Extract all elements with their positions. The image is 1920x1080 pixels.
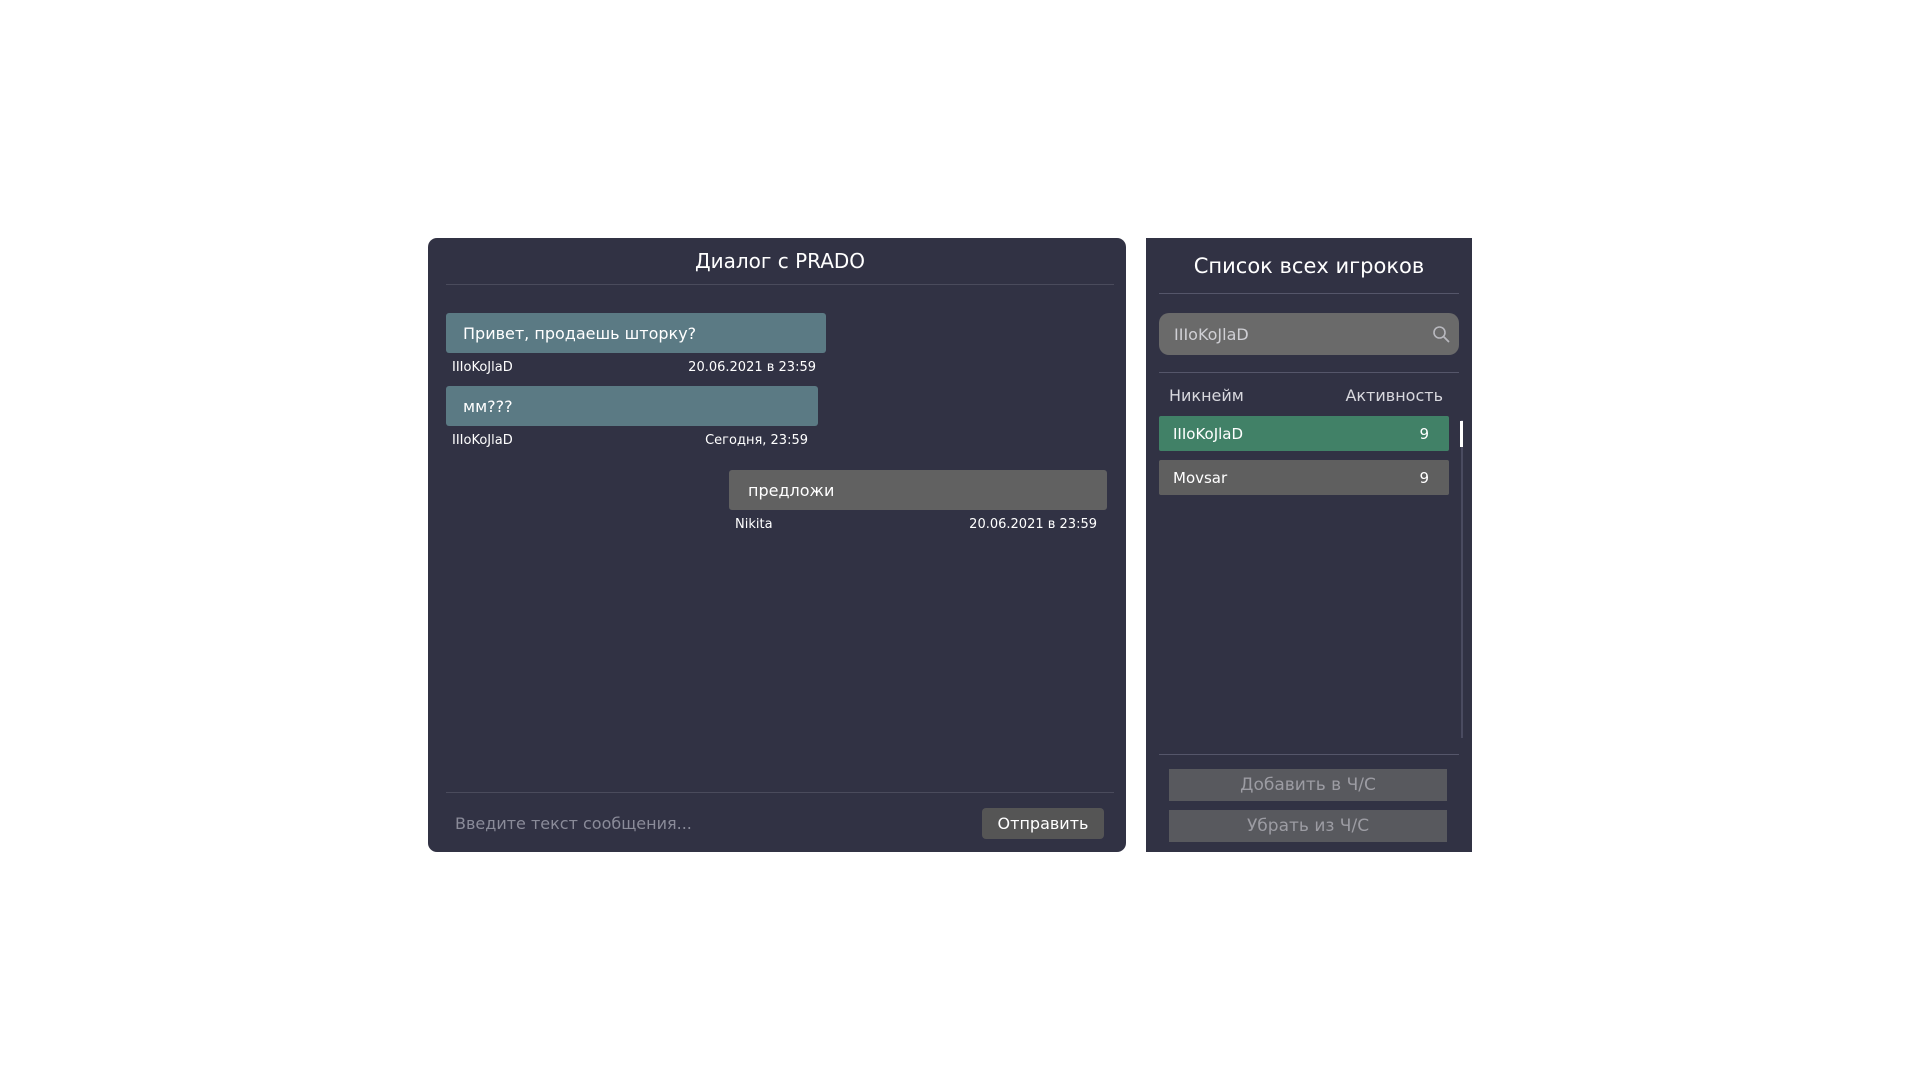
message-item: мм??? IIIoKoJlaD Сегодня, 23:59: [446, 386, 818, 448]
message-item: предложи Nikita 20.06.2021 в 23:59: [729, 470, 1107, 532]
divider: [1159, 372, 1459, 373]
player-name: IIIoKoJlaD: [1173, 424, 1244, 443]
message-time: Сегодня, 23:59: [705, 433, 808, 448]
message-bubble[interactable]: предложи: [729, 470, 1107, 510]
dialog-panel: Диалог с PRADO Привет, продаешь шторку? …: [428, 238, 1126, 852]
message-meta: IIIoKoJlaD 20.06.2021 в 23:59: [446, 360, 826, 375]
scrollbar-track[interactable]: [1461, 420, 1463, 738]
dialog-title: Диалог с PRADO: [446, 238, 1114, 285]
message-time: 20.06.2021 в 23:59: [688, 360, 816, 375]
divider: [1159, 754, 1459, 755]
player-name: Movsar: [1173, 468, 1228, 487]
column-header-activity[interactable]: Активность: [1345, 386, 1443, 405]
message-bubble[interactable]: мм???: [446, 386, 818, 426]
players-title: Список всех игроков: [1159, 238, 1459, 294]
message-author: IIIoKoJlaD: [452, 433, 513, 448]
player-search-input[interactable]: [1159, 313, 1419, 355]
remove-from-blacklist-button[interactable]: Убрать из Ч/С: [1169, 810, 1447, 842]
player-row[interactable]: Movsar 9: [1159, 460, 1449, 495]
player-search: [1159, 313, 1459, 355]
player-row[interactable]: IIIoKoJlaD 9: [1159, 416, 1449, 451]
message-meta: Nikita 20.06.2021 в 23:59: [729, 517, 1107, 532]
add-to-blacklist-button[interactable]: Добавить в Ч/С: [1169, 769, 1447, 801]
message-bubble[interactable]: Привет, продаешь шторку?: [446, 313, 826, 353]
player-activity: 9: [1419, 468, 1429, 487]
send-button[interactable]: Отправить: [982, 808, 1104, 839]
message-time: 20.06.2021 в 23:59: [969, 517, 1097, 532]
player-activity: 9: [1419, 424, 1429, 443]
scrollbar-thumb[interactable]: [1460, 421, 1463, 447]
message-author: Nikita: [735, 517, 773, 532]
players-panel: Список всех игроков Никнейм Активность I…: [1146, 238, 1472, 852]
compose-bar: Отправить: [446, 792, 1114, 852]
message-author: IIIoKoJlaD: [452, 360, 513, 375]
search-icon[interactable]: [1432, 325, 1450, 343]
message-input[interactable]: [446, 801, 966, 845]
message-item: Привет, продаешь шторку? IIIoKoJlaD 20.0…: [446, 313, 826, 375]
message-meta: IIIoKoJlaD Сегодня, 23:59: [446, 433, 818, 448]
column-header-nickname[interactable]: Никнейм: [1169, 386, 1244, 405]
